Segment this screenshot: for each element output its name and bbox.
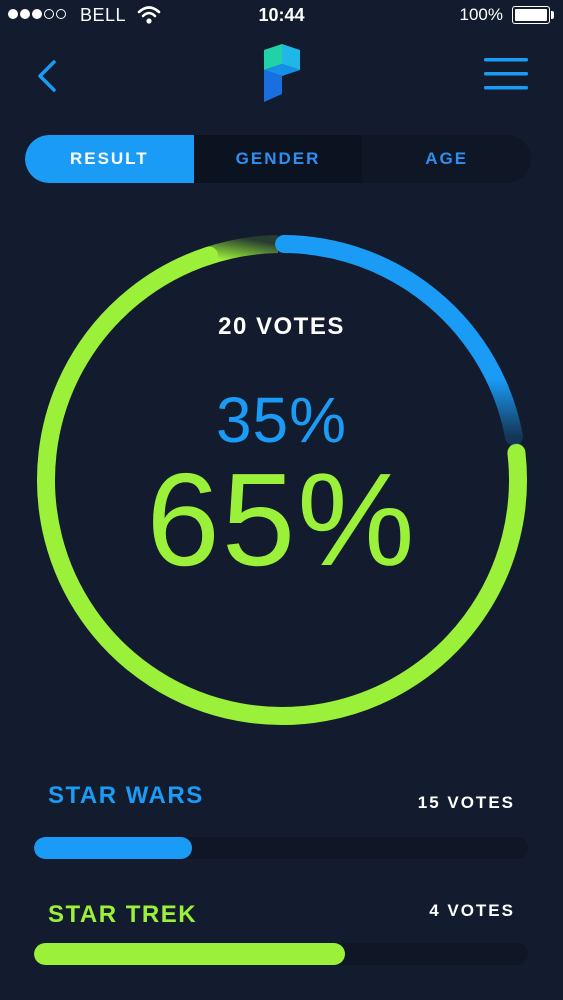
result-star-trek-votes: 4 VOTES bbox=[429, 901, 515, 920]
green-percentage: 65% bbox=[146, 446, 417, 593]
segmented-tabs: RESULT GENDER AGE bbox=[25, 135, 531, 183]
star-wars-bar-track bbox=[34, 837, 528, 859]
battery-icon bbox=[512, 6, 550, 24]
hamburger-menu-icon[interactable] bbox=[482, 54, 530, 94]
status-bar: BELL 10:44 100% bbox=[0, 0, 563, 32]
star-trek-bar-track bbox=[34, 943, 528, 965]
tab-result[interactable]: RESULT bbox=[25, 135, 194, 183]
star-wars-bar-fill bbox=[34, 837, 193, 859]
star-trek-bar-fill bbox=[34, 943, 346, 965]
green-share-fade-arc bbox=[202, 235, 279, 266]
battery-percent: 100% bbox=[459, 5, 503, 24]
result-star-trek-name: STAR TREK bbox=[48, 901, 198, 928]
tab-gender[interactable]: GENDER bbox=[193, 135, 363, 183]
app-logo-icon bbox=[264, 44, 300, 102]
tab-age[interactable]: AGE bbox=[362, 135, 531, 183]
total-votes-label: 20 VOTES bbox=[218, 313, 345, 340]
result-star-wars-votes: 15 VOTES bbox=[417, 793, 515, 812]
back-chevron-icon[interactable] bbox=[28, 56, 68, 96]
result-star-wars-name: STAR WARS bbox=[48, 782, 204, 809]
